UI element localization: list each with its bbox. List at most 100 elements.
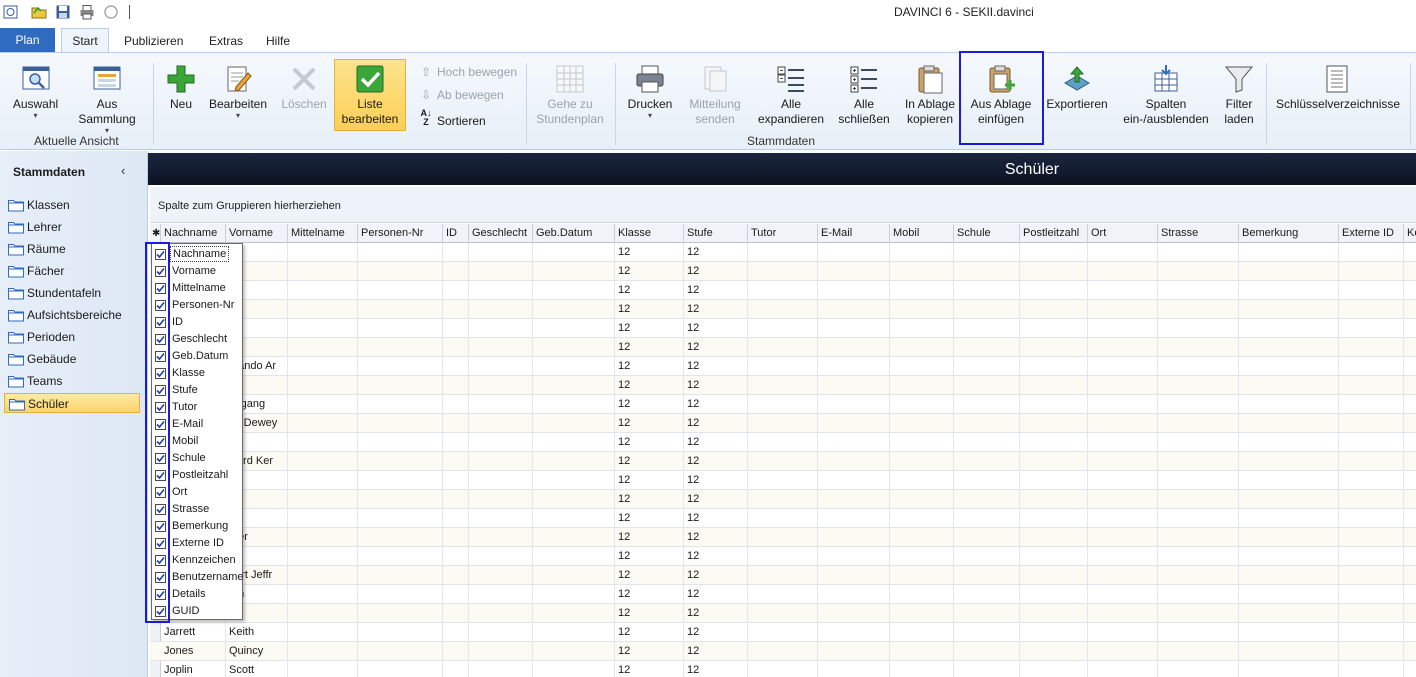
table-cell[interactable] bbox=[890, 338, 954, 357]
table-cell[interactable]: 12 bbox=[615, 243, 684, 262]
table-cell[interactable] bbox=[1088, 547, 1158, 566]
table-cell[interactable] bbox=[890, 528, 954, 547]
column-header[interactable]: Stufe bbox=[684, 224, 748, 243]
table-cell[interactable]: 12 bbox=[615, 319, 684, 338]
table-cell[interactable] bbox=[1020, 414, 1088, 433]
sidebar-item-perioden[interactable]: Perioden bbox=[4, 327, 140, 347]
table-cell[interactable] bbox=[748, 243, 818, 262]
table-cell[interactable] bbox=[358, 661, 443, 677]
table-cell[interactable] bbox=[1088, 604, 1158, 623]
table-cell[interactable] bbox=[954, 376, 1020, 395]
table-cell[interactable] bbox=[533, 604, 615, 623]
column-header[interactable]: Vorname bbox=[226, 224, 288, 243]
table-cell[interactable] bbox=[443, 452, 469, 471]
table-cell[interactable] bbox=[748, 528, 818, 547]
loeschen-button[interactable]: Löschen bbox=[280, 63, 328, 112]
table-row[interactable]: 12 12 bbox=[150, 471, 1416, 490]
table-cell[interactable] bbox=[533, 433, 615, 452]
table-cell[interactable] bbox=[954, 585, 1020, 604]
table-cell[interactable] bbox=[890, 281, 954, 300]
table-cell[interactable] bbox=[748, 281, 818, 300]
table-cell[interactable] bbox=[1020, 547, 1088, 566]
table-cell[interactable] bbox=[469, 376, 533, 395]
table-cell[interactable] bbox=[748, 395, 818, 414]
table-cell[interactable] bbox=[533, 414, 615, 433]
table-cell[interactable] bbox=[1158, 357, 1239, 376]
table-cell[interactable] bbox=[469, 566, 533, 585]
table-cell[interactable] bbox=[1239, 281, 1339, 300]
table-row[interactable]: 12 12 bbox=[150, 490, 1416, 509]
table-cell[interactable] bbox=[1339, 471, 1404, 490]
table-cell[interactable] bbox=[533, 509, 615, 528]
table-cell[interactable] bbox=[288, 281, 358, 300]
table-cell[interactable] bbox=[1239, 300, 1339, 319]
table-cell[interactable] bbox=[469, 300, 533, 319]
table-cell[interactable] bbox=[1158, 376, 1239, 395]
table-cell[interactable] bbox=[1239, 414, 1339, 433]
table-cell[interactable] bbox=[358, 243, 443, 262]
column-header[interactable]: Bemerkung bbox=[1239, 224, 1339, 243]
table-cell[interactable] bbox=[358, 585, 443, 604]
table-cell[interactable] bbox=[533, 338, 615, 357]
table-cell[interactable] bbox=[1088, 528, 1158, 547]
drucken-button[interactable]: Drucken ▾ bbox=[624, 63, 676, 120]
table-cell[interactable] bbox=[1404, 357, 1416, 376]
table-cell[interactable] bbox=[1158, 566, 1239, 585]
table-cell[interactable] bbox=[443, 376, 469, 395]
table-cell[interactable]: 12 bbox=[615, 262, 684, 281]
table-cell[interactable] bbox=[358, 452, 443, 471]
table-cell[interactable] bbox=[1339, 243, 1404, 262]
table-cell[interactable] bbox=[1339, 566, 1404, 585]
table-cell[interactable] bbox=[288, 319, 358, 338]
table-cell[interactable] bbox=[818, 604, 890, 623]
column-header[interactable]: Geschlecht bbox=[469, 224, 533, 243]
table-cell[interactable] bbox=[1404, 300, 1416, 319]
table-cell[interactable] bbox=[1404, 509, 1416, 528]
table-cell[interactable] bbox=[1158, 395, 1239, 414]
table-cell[interactable] bbox=[288, 338, 358, 357]
table-cell[interactable] bbox=[1020, 642, 1088, 661]
table-cell[interactable] bbox=[1339, 376, 1404, 395]
table-cell[interactable] bbox=[469, 490, 533, 509]
table-cell[interactable] bbox=[1339, 338, 1404, 357]
table-cell[interactable] bbox=[358, 642, 443, 661]
table-cell[interactable]: 12 bbox=[615, 547, 684, 566]
exportieren-button[interactable]: Exportieren bbox=[1046, 63, 1108, 112]
table-cell[interactable] bbox=[288, 642, 358, 661]
table-cell[interactable] bbox=[1239, 509, 1339, 528]
table-cell[interactable] bbox=[358, 281, 443, 300]
table-cell[interactable] bbox=[288, 433, 358, 452]
table-cell[interactable] bbox=[818, 376, 890, 395]
table-cell[interactable] bbox=[1020, 490, 1088, 509]
table-cell[interactable]: 12 bbox=[615, 623, 684, 642]
table-cell[interactable]: 12 bbox=[684, 414, 748, 433]
table-cell[interactable] bbox=[358, 376, 443, 395]
table-cell[interactable] bbox=[818, 623, 890, 642]
table-cell[interactable] bbox=[533, 547, 615, 566]
table-cell[interactable] bbox=[443, 661, 469, 677]
table-cell[interactable] bbox=[443, 395, 469, 414]
table-cell[interactable] bbox=[1020, 452, 1088, 471]
table-cell[interactable] bbox=[443, 490, 469, 509]
table-cell[interactable] bbox=[954, 338, 1020, 357]
table-cell[interactable] bbox=[1239, 490, 1339, 509]
open-folder-icon[interactable] bbox=[31, 4, 47, 20]
table-cell[interactable] bbox=[818, 338, 890, 357]
table-cell[interactable] bbox=[748, 604, 818, 623]
table-cell[interactable] bbox=[443, 547, 469, 566]
table-cell[interactable] bbox=[890, 661, 954, 677]
table-cell[interactable] bbox=[1088, 338, 1158, 357]
table-cell[interactable] bbox=[1339, 300, 1404, 319]
table-cell[interactable] bbox=[443, 566, 469, 585]
table-cell[interactable] bbox=[890, 395, 954, 414]
table-cell[interactable] bbox=[469, 281, 533, 300]
table-cell[interactable] bbox=[1404, 319, 1416, 338]
table-cell[interactable] bbox=[818, 433, 890, 452]
table-row[interactable]: olfgang 12 12 bbox=[150, 395, 1416, 414]
table-cell[interactable]: 12 bbox=[684, 490, 748, 509]
sidebar-item-teams[interactable]: Teams bbox=[4, 371, 140, 391]
alle-expandieren-button[interactable]: Alle expandieren bbox=[755, 63, 827, 127]
table-cell[interactable] bbox=[818, 319, 890, 338]
table-cell[interactable] bbox=[890, 433, 954, 452]
column-header[interactable]: Externe ID bbox=[1339, 224, 1404, 243]
